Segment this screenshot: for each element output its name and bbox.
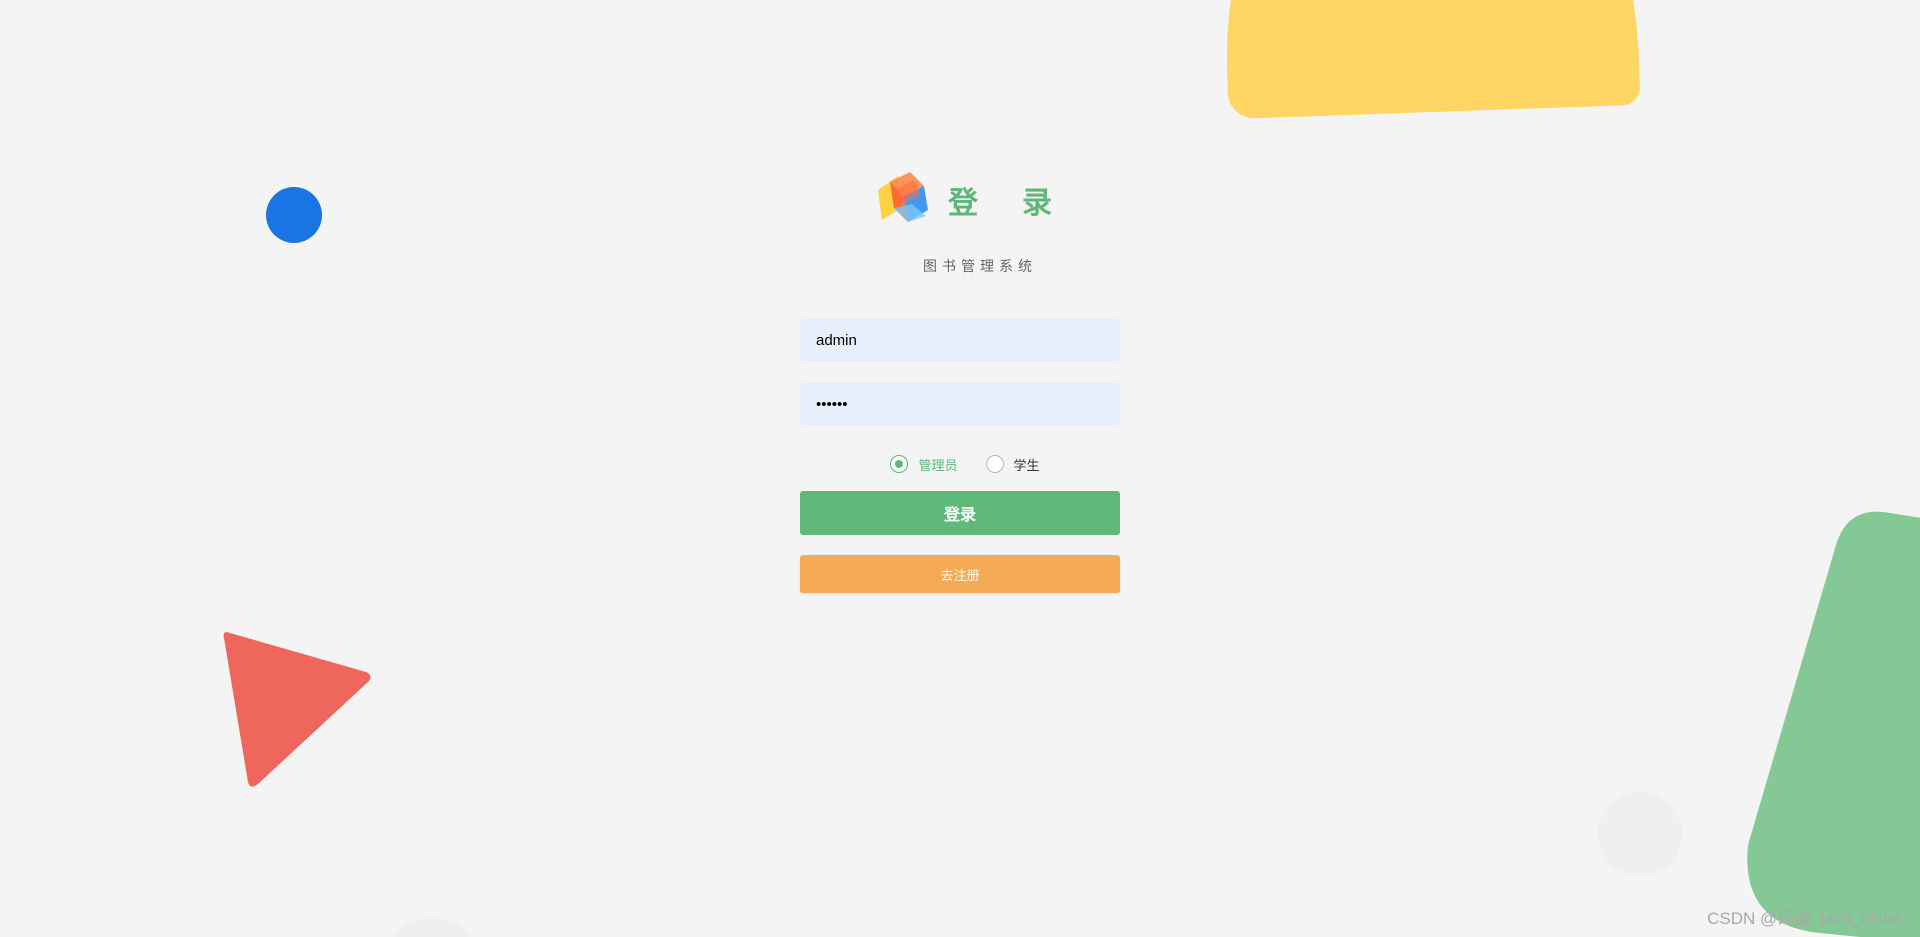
role-label-student: 学生 — [1013, 458, 1040, 474]
decorative-yellow-shape — [1223, 0, 1641, 120]
radio-unchecked-icon[interactable] — [985, 455, 1004, 473]
decorative-blue-circle — [266, 187, 322, 243]
role-selector: 管理员 学生 — [800, 452, 1120, 476]
decorative-green-shape — [1747, 511, 1920, 937]
decorative-faint-circle-bottom — [392, 918, 472, 937]
role-option-admin[interactable]: 管理员 — [890, 455, 958, 474]
login-button[interactable]: 登录 — [800, 491, 1120, 535]
role-option-student[interactable]: 学生 — [985, 455, 1040, 474]
decorative-faint-circle — [1598, 792, 1682, 876]
brand-header: 登录 — [800, 166, 1120, 234]
cube-logo-icon — [878, 172, 928, 222]
login-form: 登录 图书管理系统 管理员 学生 登录 去注册 — [800, 166, 1120, 593]
role-label-admin: 管理员 — [918, 458, 958, 474]
username-input[interactable] — [800, 318, 1120, 362]
password-input[interactable] — [800, 382, 1120, 426]
login-page: 登录 图书管理系统 管理员 学生 登录 去注册 CSDN @码盗_java_bi… — [0, 0, 1920, 937]
radio-checked-icon[interactable] — [890, 455, 909, 473]
watermark-text: CSDN @码盗_java_bishe — [1707, 909, 1902, 928]
page-title: 登录 — [948, 186, 1096, 221]
register-button[interactable]: 去注册 — [800, 555, 1120, 593]
system-subtitle: 图书管理系统 — [923, 259, 1037, 275]
decorative-red-triangle — [223, 632, 371, 787]
